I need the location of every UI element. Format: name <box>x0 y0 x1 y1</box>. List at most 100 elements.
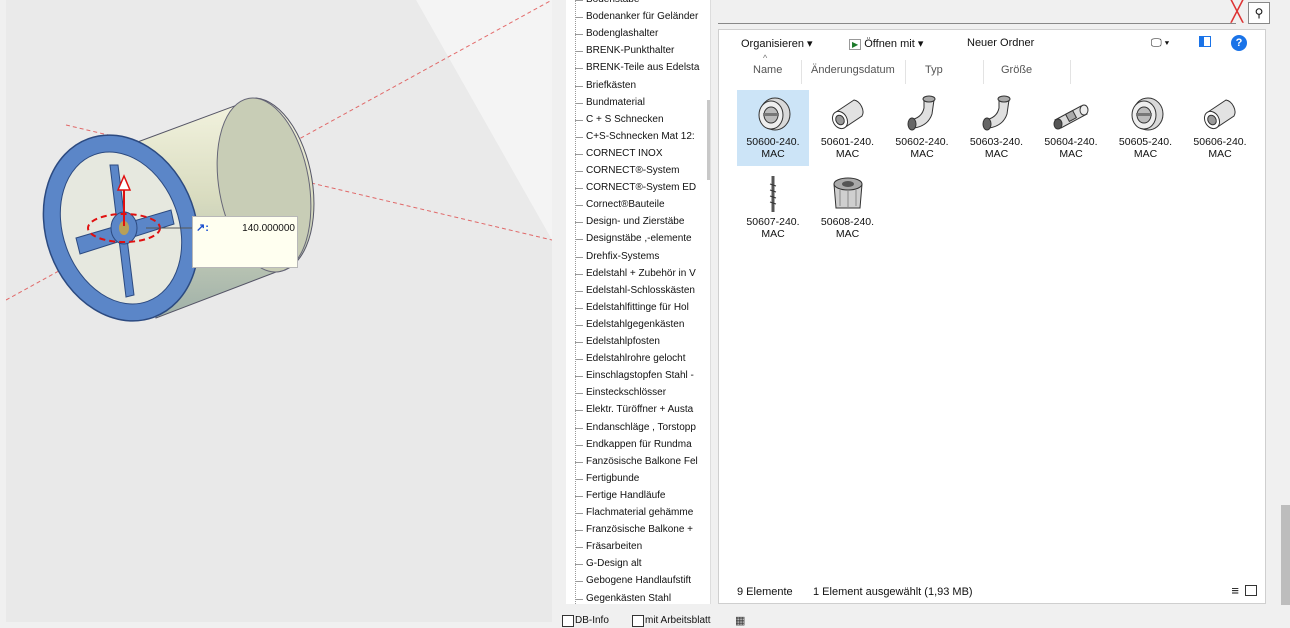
mit-arbeitsblatt-label[interactable]: mit Arbeitsblatt <box>645 615 711 626</box>
file-item[interactable]: 50604-240. MAC <box>1035 90 1107 166</box>
close-icon[interactable]: ╳ <box>1227 2 1247 22</box>
db-info-label[interactable]: DB-Info <box>575 615 609 626</box>
tree-item[interactable]: Edelstahlrohre gelocht <box>575 351 686 368</box>
tree-item[interactable]: Bodenglashalter <box>575 26 659 43</box>
file-name: 50604-240. <box>1044 136 1098 148</box>
file-extension: MAC <box>984 148 1009 160</box>
file-item[interactable]: 50602-240. MAC <box>886 90 958 166</box>
file-browser-pane: ╳ ⚲ Organisieren ▾ ▶ Öffnen mit ▾ Neuer … <box>718 0 1290 612</box>
search-icon[interactable]: ⚲ <box>1248 2 1270 24</box>
details-view-icon[interactable]: ≡ <box>1231 583 1239 598</box>
elbow-part-icon <box>961 94 1033 134</box>
ring-part-icon <box>737 94 809 134</box>
open-with-button[interactable]: ▶ Öffnen mit ▾ <box>849 37 923 50</box>
open-with-label: Öffnen mit ▾ <box>864 38 924 50</box>
column-headers: ^ Name Änderungsdatum Typ Größe <box>719 53 1265 84</box>
tree-item[interactable]: Edelstahlpfosten <box>575 334 660 350</box>
view-options-icon[interactable]: 🖵 ▾ <box>1151 37 1169 50</box>
table-grid-icon[interactable]: ▦ <box>735 614 745 627</box>
file-extension: MAC <box>1059 148 1083 160</box>
tree-item[interactable]: CORNECT®-System ED <box>575 180 697 197</box>
tree-item[interactable]: Fertige Handläufe <box>575 487 666 504</box>
tree-item[interactable]: Fanzösische Balkone Fel <box>575 453 698 470</box>
category-tree[interactable]: BodenstäbeBodenanker für GeländerBodengl… <box>566 0 711 604</box>
tree-item[interactable]: Edelstahl-Schlosskästen <box>575 282 695 299</box>
tree-item[interactable]: Bundmaterial <box>575 94 645 111</box>
preview-pane-icon[interactable] <box>1199 36 1211 47</box>
column-separator[interactable] <box>1070 60 1071 84</box>
cad-scene <box>6 0 552 322</box>
tree-item[interactable]: Cornect®Bauteile <box>575 197 665 214</box>
sleeve-part-icon <box>812 94 884 134</box>
tree-item[interactable]: BRENK-Punkthalter <box>575 43 675 60</box>
dimension-value[interactable]: 140.000000 <box>242 223 295 234</box>
file-item[interactable]: 50608-240. MAC <box>812 170 884 246</box>
tree-item[interactable]: Französische Balkone + <box>575 522 694 539</box>
tree-item[interactable]: CORNECT INOX <box>575 145 663 162</box>
tree-item[interactable]: Edelstahl + Zubehör in V <box>575 265 696 282</box>
sleeve-part-icon <box>1184 94 1256 134</box>
tree-item[interactable]: C+S-Schnecken Mat 12: <box>575 128 695 145</box>
tree-item[interactable]: Fertigbunde <box>575 470 640 487</box>
tree-item[interactable]: BRENK-Teile aus Edelsta <box>575 60 700 77</box>
screw-part-icon <box>737 174 809 214</box>
column-type[interactable]: Typ <box>925 64 943 76</box>
command-bar: Organisieren ▾ ▶ Öffnen mit ▾ Neuer Ordn… <box>719 30 1265 58</box>
tree-item[interactable]: Endanschläge , Torstopp <box>575 419 696 436</box>
tree-item[interactable]: CORNECT®-System <box>575 163 680 179</box>
file-item[interactable]: 50605-240. MAC <box>1110 90 1182 166</box>
bottom-bar: DB-Info mit Arbeitsblatt ▦ <box>552 612 1290 628</box>
tree-item[interactable]: Designstäbe ,-elemente <box>575 231 692 248</box>
tree-item[interactable]: Gebogene Handlaufstift <box>575 573 692 590</box>
column-separator[interactable] <box>801 60 802 84</box>
column-date[interactable]: Änderungsdatum <box>811 64 895 76</box>
elbow-part-icon <box>886 94 958 134</box>
tree-item[interactable]: C + S Schnecken <box>575 111 664 128</box>
db-info-checkbox[interactable] <box>562 615 574 627</box>
explorer-view: Organisieren ▾ ▶ Öffnen mit ▾ Neuer Ordn… <box>718 29 1266 604</box>
tree-item[interactable]: Edelstahlgegenkästen <box>575 316 685 333</box>
tree-item[interactable]: Fräsarbeiten <box>575 539 643 556</box>
tree-item[interactable]: Bodenanker für Geländer <box>575 9 699 26</box>
tree-item[interactable]: Design- und Zierstäbe <box>575 214 685 231</box>
file-item[interactable]: 50606-240. MAC <box>1184 90 1256 166</box>
column-name[interactable]: Name <box>753 64 782 76</box>
tree-item[interactable]: Edelstahlfittinge für Hol <box>575 299 689 316</box>
open-icon: ▶ <box>849 39 862 50</box>
help-icon[interactable]: ? <box>1231 35 1247 51</box>
tree-item[interactable]: Endkappen für Rundma <box>575 436 692 453</box>
file-name: 50606-240. <box>1193 136 1247 148</box>
address-bar[interactable] <box>718 23 1236 24</box>
file-item[interactable]: 50600-240. MAC <box>737 90 809 166</box>
tree-item[interactable]: Elektr. Türöffner + Austa <box>575 402 694 419</box>
file-item[interactable]: 50601-240. MAC <box>812 90 884 166</box>
tree-item[interactable]: Gegenkästen Stahl <box>575 590 672 604</box>
dimension-icon: ↗: <box>196 222 209 234</box>
tree-scrollbar-thumb[interactable] <box>707 100 710 180</box>
dimension-input-box[interactable]: ↗: 140.000000 <box>192 216 298 268</box>
tree-item[interactable]: Einschlagstopfen Stahl - <box>575 368 694 385</box>
file-name: 50600-240. <box>746 136 800 148</box>
tree-item[interactable]: Flachmaterial gehämme <box>575 505 694 521</box>
mit-arbeitsblatt-checkbox[interactable] <box>632 615 644 627</box>
file-item[interactable]: 50607-240. MAC <box>737 170 809 246</box>
large-icons-view-icon[interactable] <box>1245 585 1257 596</box>
window-scrollbar-thumb[interactable] <box>1281 505 1290 605</box>
item-count: 9 Elemente <box>737 586 793 598</box>
column-separator[interactable] <box>905 60 906 84</box>
tree-item[interactable]: Bodenstäbe <box>575 0 640 8</box>
status-bar: 9 Elemente 1 Element ausgewählt (1,93 MB… <box>719 581 1265 603</box>
tree-item[interactable]: Briefkästen <box>575 77 637 94</box>
file-name: 50607-240. <box>746 216 800 228</box>
file-extension: MAC <box>761 228 785 240</box>
new-folder-button[interactable]: Neuer Ordner <box>967 37 1034 49</box>
column-separator[interactable] <box>983 60 984 84</box>
tree-item[interactable]: Einsteckschlösser <box>575 385 667 402</box>
file-item[interactable]: 50603-240. MAC <box>961 90 1033 166</box>
file-name: 50605-240. <box>1118 136 1173 148</box>
cad-viewport[interactable]: ↗: 140.000000 <box>6 0 552 622</box>
column-size[interactable]: Größe <box>1001 64 1032 76</box>
organize-button[interactable]: Organisieren ▾ <box>741 37 813 50</box>
tree-item[interactable]: G-Design alt <box>575 556 642 573</box>
tree-item[interactable]: Drehfix-Systems <box>575 248 660 265</box>
